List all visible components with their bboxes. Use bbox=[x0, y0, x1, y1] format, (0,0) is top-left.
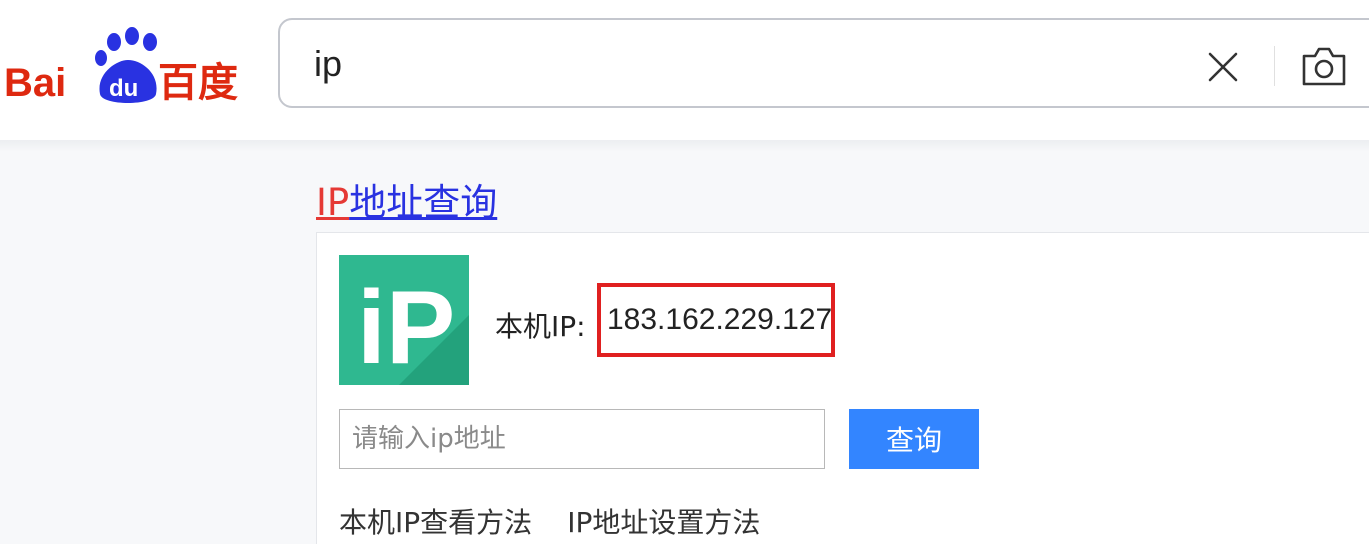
header-shadow bbox=[0, 140, 1369, 152]
close-icon[interactable] bbox=[1206, 50, 1240, 84]
query-button[interactable]: 查询 bbox=[849, 409, 979, 469]
logo-text-cn: 百度 bbox=[158, 60, 238, 106]
search-input[interactable] bbox=[314, 38, 1174, 90]
link-local-ip-method[interactable]: 本机IP查看方法 bbox=[339, 506, 532, 539]
ip-logo-icon: iP bbox=[339, 255, 469, 385]
local-ip-label: 本机IP: bbox=[495, 310, 586, 343]
search-box bbox=[278, 18, 1369, 108]
local-ip-value: 183.162.229.127 bbox=[607, 303, 833, 336]
ip-lookup-card: iP 本机IP: 183.162.229.127 查询 本机IP查看方法 IP地… bbox=[316, 232, 1369, 544]
result-title-highlight: IP bbox=[316, 181, 350, 224]
page: Bai du 百度 IP地址查询 iP 本机IP: 183.162.2 bbox=[0, 0, 1369, 544]
search-icon-divider bbox=[1274, 46, 1275, 86]
ip-logo-text: iP bbox=[357, 270, 455, 385]
result-title-link[interactable]: IP地址查询 bbox=[316, 172, 497, 226]
link-ip-setting-method[interactable]: IP地址设置方法 bbox=[567, 506, 760, 539]
header: Bai du 百度 bbox=[0, 0, 1369, 140]
logo-text-latin: Bai bbox=[4, 61, 66, 105]
ip-query-input[interactable] bbox=[339, 409, 825, 469]
camera-icon[interactable] bbox=[1300, 44, 1348, 88]
ip-highlight-box: 183.162.229.127 bbox=[597, 283, 835, 357]
result-title-rest: 地址查询 bbox=[349, 181, 498, 224]
help-links: 本机IP查看方法 IP地址设置方法 bbox=[339, 501, 790, 541]
logo-text-du: du bbox=[109, 75, 138, 102]
baidu-logo[interactable]: Bai du 百度 bbox=[4, 24, 244, 108]
